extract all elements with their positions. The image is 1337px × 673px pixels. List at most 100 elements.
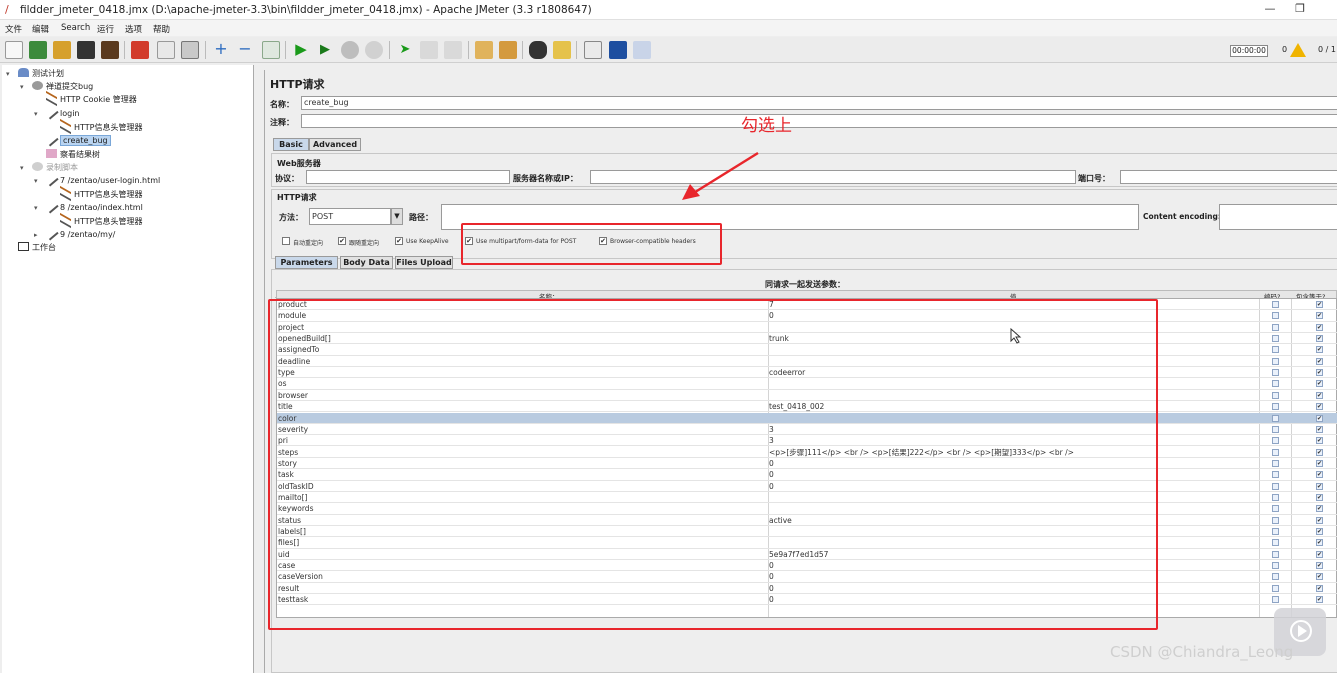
tree-node-create-bug[interactable]: create_bug — [44, 132, 111, 147]
include-equals-checkbox[interactable]: ✔ — [1316, 562, 1323, 570]
menu-options[interactable]: 选项 — [125, 23, 142, 35]
tree-node-results-tree[interactable]: 察看结果树 — [46, 149, 100, 161]
remote-exit-icon[interactable] — [444, 41, 462, 59]
new-icon[interactable] — [5, 41, 23, 59]
collapse-icon[interactable]: − — [236, 41, 254, 59]
expand-toggle-icon[interactable]: ▾ — [34, 204, 38, 212]
tree-node-thread-group[interactable]: 禅道提交bug — [32, 81, 93, 93]
remote-stop-icon[interactable] — [420, 41, 438, 59]
include-equals-checkbox[interactable]: ✔ — [1316, 459, 1323, 467]
tree-node-login[interactable]: login — [44, 105, 80, 120]
include-equals-checkbox[interactable]: ✔ — [1316, 493, 1323, 501]
start-no-pause-icon[interactable]: ▶ — [316, 41, 334, 59]
encode-checkbox[interactable] — [1272, 471, 1279, 479]
expand-toggle-icon[interactable]: ▾ — [34, 110, 38, 118]
include-equals-checkbox[interactable]: ✔ — [1316, 550, 1323, 558]
include-equals-checkbox[interactable]: ✔ — [1316, 448, 1323, 456]
encode-checkbox[interactable] — [1272, 369, 1279, 377]
include-equals-checkbox[interactable]: ✔ — [1316, 482, 1323, 490]
name-field[interactable]: create_bug — [301, 96, 1337, 110]
tree-node-my[interactable]: 9 /zentao/my/ — [44, 226, 115, 241]
encode-checkbox[interactable] — [1272, 380, 1279, 388]
save-icon[interactable] — [77, 41, 95, 59]
include-equals-checkbox[interactable]: ✔ — [1316, 528, 1323, 535]
include-equals-checkbox[interactable]: ✔ — [1316, 346, 1323, 354]
include-equals-checkbox[interactable]: ✔ — [1316, 335, 1323, 343]
menu-search[interactable]: Search — [61, 23, 90, 33]
encode-checkbox[interactable] — [1272, 505, 1279, 513]
include-equals-checkbox[interactable]: ✔ — [1316, 584, 1323, 592]
clear-icon[interactable] — [475, 41, 493, 59]
encode-checkbox[interactable] — [1272, 573, 1279, 581]
tree-node-recording[interactable]: 录制脚本 — [32, 162, 78, 174]
encode-checkbox[interactable] — [1272, 425, 1279, 433]
menu-run[interactable]: 运行 — [97, 23, 114, 35]
menu-file[interactable]: 文件 — [5, 23, 22, 35]
include-equals-checkbox[interactable]: ✔ — [1316, 516, 1323, 524]
minimize-button[interactable]: — — [1255, 2, 1285, 18]
include-equals-checkbox[interactable]: ✔ — [1316, 573, 1323, 581]
include-equals-checkbox[interactable]: ✔ — [1316, 369, 1323, 377]
include-equals-checkbox[interactable]: ✔ — [1316, 380, 1323, 388]
remote-start-icon[interactable]: ➤ — [396, 41, 414, 59]
protocol-field[interactable] — [306, 170, 510, 184]
stop-icon[interactable] — [341, 41, 359, 59]
tree-node-workbench[interactable]: 工作台 — [18, 242, 56, 254]
encode-checkbox[interactable] — [1272, 357, 1279, 365]
include-equals-checkbox[interactable]: ✔ — [1316, 391, 1323, 399]
function-helper-icon[interactable] — [584, 41, 602, 59]
comment-field[interactable] — [301, 114, 1337, 128]
port-field[interactable] — [1120, 170, 1337, 184]
subtab-parameters[interactable]: Parameters — [275, 256, 338, 269]
encode-checkbox[interactable] — [1272, 482, 1279, 490]
follow-redirects-checkbox[interactable]: ✔ — [338, 237, 346, 245]
expand-toggle-icon[interactable]: ▾ — [20, 83, 24, 91]
include-equals-checkbox[interactable]: ✔ — [1316, 505, 1323, 513]
start-icon[interactable]: ▶ — [292, 41, 310, 59]
help-icon[interactable] — [609, 41, 627, 59]
tree-node-header-manager-3[interactable]: HTTP信息头管理器 — [60, 212, 142, 229]
include-equals-checkbox[interactable]: ✔ — [1316, 596, 1323, 604]
encoding-field[interactable] — [1219, 204, 1337, 230]
encode-checkbox[interactable] — [1272, 539, 1279, 547]
include-equals-checkbox[interactable]: ✔ — [1316, 312, 1323, 320]
chevron-down-icon[interactable]: ▼ — [391, 208, 403, 225]
search-icon[interactable] — [529, 41, 547, 59]
redirect-auto-checkbox[interactable] — [282, 237, 290, 245]
templates-icon[interactable] — [29, 41, 47, 59]
encode-checkbox[interactable] — [1272, 584, 1279, 592]
expand-toggle-icon[interactable]: ▾ — [20, 164, 24, 172]
subtab-files-upload[interactable]: Files Upload — [395, 256, 453, 269]
menu-help[interactable]: 帮助 — [153, 23, 170, 35]
save-as-icon[interactable] — [101, 41, 119, 59]
menu-edit[interactable]: 编辑 — [32, 23, 49, 35]
encode-checkbox[interactable] — [1272, 403, 1279, 411]
tree-node-header-manager-2[interactable]: HTTP信息头管理器 — [60, 185, 142, 202]
warning-icon[interactable] — [1290, 43, 1306, 57]
include-equals-checkbox[interactable]: ✔ — [1316, 357, 1323, 365]
expand-toggle-icon[interactable]: ▾ — [6, 70, 10, 78]
clear-all-icon[interactable] — [499, 41, 517, 59]
tree-node-header-manager[interactable]: HTTP信息头管理器 — [60, 118, 142, 135]
include-equals-checkbox[interactable]: ✔ — [1316, 437, 1323, 445]
encode-checkbox[interactable] — [1272, 596, 1279, 604]
shutdown-icon[interactable] — [365, 41, 383, 59]
encode-checkbox[interactable] — [1272, 528, 1279, 535]
encode-checkbox[interactable] — [1272, 346, 1279, 354]
include-equals-checkbox[interactable]: ✔ — [1316, 414, 1323, 422]
encode-checkbox[interactable] — [1272, 312, 1279, 320]
tab-basic[interactable]: Basic — [273, 138, 309, 151]
toggle-icon[interactable] — [262, 41, 280, 59]
encode-checkbox[interactable] — [1272, 437, 1279, 445]
encode-checkbox[interactable] — [1272, 323, 1279, 331]
include-equals-checkbox[interactable]: ✔ — [1316, 471, 1323, 479]
include-equals-checkbox[interactable]: ✔ — [1316, 301, 1323, 308]
encode-checkbox[interactable] — [1272, 335, 1279, 343]
tab-advanced[interactable]: Advanced — [309, 138, 361, 151]
keepalive-checkbox[interactable]: ✔ — [395, 237, 403, 245]
encode-checkbox[interactable] — [1272, 459, 1279, 467]
encode-checkbox[interactable] — [1272, 391, 1279, 399]
tree-node-cookie-manager[interactable]: HTTP Cookie 管理器 — [46, 90, 137, 107]
cut-icon[interactable] — [131, 41, 149, 59]
encode-checkbox[interactable] — [1272, 550, 1279, 558]
